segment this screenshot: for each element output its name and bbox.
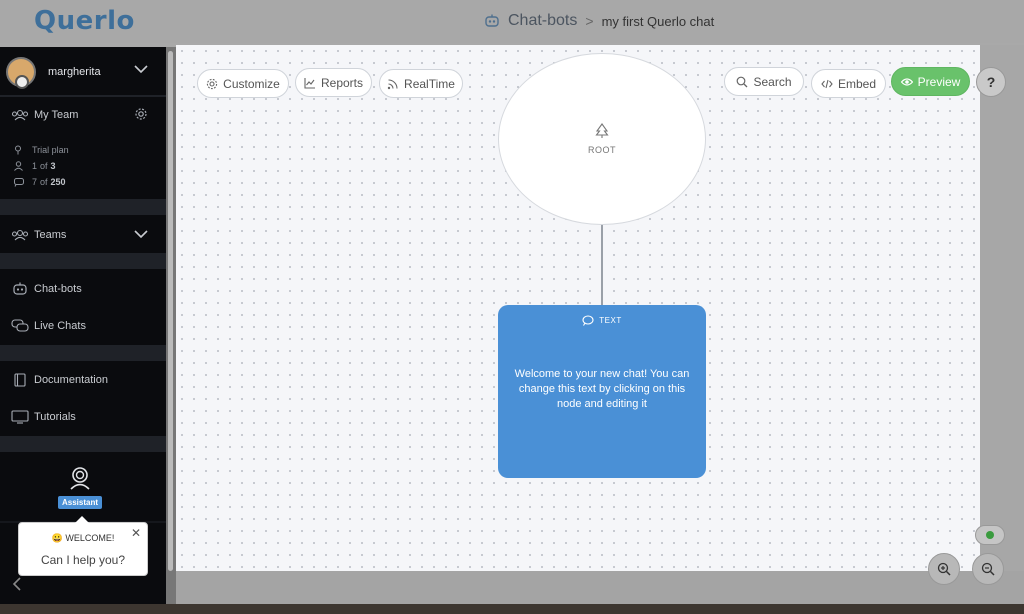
background-strip <box>0 604 1024 614</box>
sidebar-item-live-chats[interactable]: Live Chats <box>0 314 166 338</box>
divider <box>0 95 166 97</box>
node-connector <box>601 225 603 305</box>
sidebar-scrollbar[interactable] <box>166 47 176 614</box>
search-label: Search <box>753 74 792 89</box>
breadcrumb: Chat-bots > my first Querlo chat <box>484 12 714 30</box>
monitor-icon <box>11 410 29 424</box>
line-chart-icon <box>304 77 316 89</box>
chats-used: 7 <box>32 177 38 187</box>
realtime-button[interactable]: RealTime <box>379 69 463 98</box>
plan-row: Trial plan <box>0 143 166 157</box>
embed-label: Embed <box>837 76 877 91</box>
robot-icon <box>11 282 29 296</box>
search-button[interactable]: Search <box>724 67 804 96</box>
robot-icon <box>484 14 500 28</box>
status-dot <box>986 531 994 539</box>
root-node[interactable]: ROOT <box>498 53 706 225</box>
zoom-in-button[interactable] <box>928 553 960 585</box>
book-icon <box>11 373 29 387</box>
zoom-in-icon <box>937 562 951 576</box>
zoom-out-icon <box>981 562 995 576</box>
chat-bubbles-icon <box>11 319 29 333</box>
assistant-badge: Assistant <box>57 496 102 509</box>
eye-icon <box>900 76 913 88</box>
breadcrumb-current: my first Querlo chat <box>601 13 715 29</box>
embed-button[interactable]: Embed <box>811 69 886 98</box>
customize-button[interactable]: Customize <box>197 69 289 98</box>
sidebar-item-documentation[interactable]: Documentation <box>0 368 166 392</box>
chevron-down-icon[interactable] <box>134 230 148 239</box>
chat-icon <box>14 177 24 187</box>
search-icon <box>736 76 748 88</box>
teams-icon <box>11 229 29 241</box>
plan-label: Trial plan <box>32 145 69 155</box>
help-button[interactable]: ? <box>976 67 1006 97</box>
assistant-launcher[interactable]: Assistant <box>57 464 103 509</box>
chevron-down-icon[interactable] <box>134 65 148 74</box>
text-node[interactable]: TEXT Welcome to your new chat! You can c… <box>498 305 706 478</box>
breadcrumb-separator: > <box>585 13 594 29</box>
sidebar-item-label: Chat-bots <box>34 283 82 295</box>
team-icon <box>11 109 29 121</box>
pin-icon <box>14 145 22 155</box>
of-label: of <box>40 177 48 187</box>
divider <box>0 345 166 361</box>
signal-icon <box>387 78 399 90</box>
breadcrumb-chat-bots[interactable]: Chat-bots <box>508 12 577 30</box>
reports-button[interactable]: Reports <box>295 68 372 97</box>
scrollbar-thumb[interactable] <box>168 51 173 571</box>
preview-button[interactable]: Preview <box>891 67 970 96</box>
headset-icon <box>67 464 93 490</box>
sidebar-item-my-team[interactable]: My Team <box>0 103 166 127</box>
users-usage: 1 of 3 <box>0 159 166 173</box>
sidebar-item-teams[interactable]: Teams <box>0 223 166 247</box>
chats-total: 250 <box>50 177 66 187</box>
sidebar-item-label: Teams <box>34 229 67 241</box>
sidebar-item-tutorials[interactable]: Tutorials <box>0 405 166 429</box>
sidebar-item-chat-bots[interactable]: Chat-bots <box>0 277 166 301</box>
text-node-body: Welcome to your new chat! You can change… <box>514 368 690 410</box>
root-label: ROOT <box>588 145 616 155</box>
customize-label: Customize <box>223 76 280 91</box>
avatar <box>6 57 36 89</box>
zoom-out-button[interactable] <box>972 553 1004 585</box>
gear-icon <box>206 78 218 90</box>
welcome-bubble[interactable]: ✕ 😀 WELCOME! Can I help you? <box>18 516 148 576</box>
speech-bubble-icon <box>582 315 594 326</box>
chats-usage: 7 of 250 <box>0 175 166 189</box>
help-prompt: Can I help you? <box>40 553 126 567</box>
realtime-label: RealTime <box>404 76 455 91</box>
welcome-text: 😀 WELCOME! <box>51 533 115 543</box>
top-bar: Querlo Chat-bots > my first Querlo chat <box>0 0 1024 43</box>
reports-label: Reports <box>320 75 364 90</box>
code-icon <box>821 78 833 90</box>
users-total: 3 <box>50 161 56 171</box>
text-node-type: TEXT <box>599 316 622 325</box>
users-used: 1 <box>32 161 38 171</box>
sidebar-item-label: My Team <box>34 109 79 121</box>
user-menu[interactable]: margherita <box>0 55 166 89</box>
sidebar-item-label: Documentation <box>34 374 108 386</box>
of-label: of <box>40 161 48 171</box>
gear-icon[interactable] <box>134 107 148 121</box>
divider <box>0 199 166 215</box>
text-node-header: TEXT <box>498 315 706 326</box>
canvas-overlay-right <box>980 45 1024 571</box>
sidebar-item-label: Live Chats <box>34 320 86 332</box>
querlo-logo[interactable]: Querlo <box>34 6 135 36</box>
connection-status <box>975 525 1005 545</box>
sidebar-item-label: Tutorials <box>34 411 76 423</box>
collapse-sidebar-icon[interactable] <box>12 576 22 597</box>
divider <box>0 436 166 452</box>
tree-icon <box>595 123 609 139</box>
divider <box>0 253 166 269</box>
user-icon <box>14 161 23 171</box>
user-name: margherita <box>48 66 101 78</box>
preview-label: Preview <box>917 74 961 89</box>
